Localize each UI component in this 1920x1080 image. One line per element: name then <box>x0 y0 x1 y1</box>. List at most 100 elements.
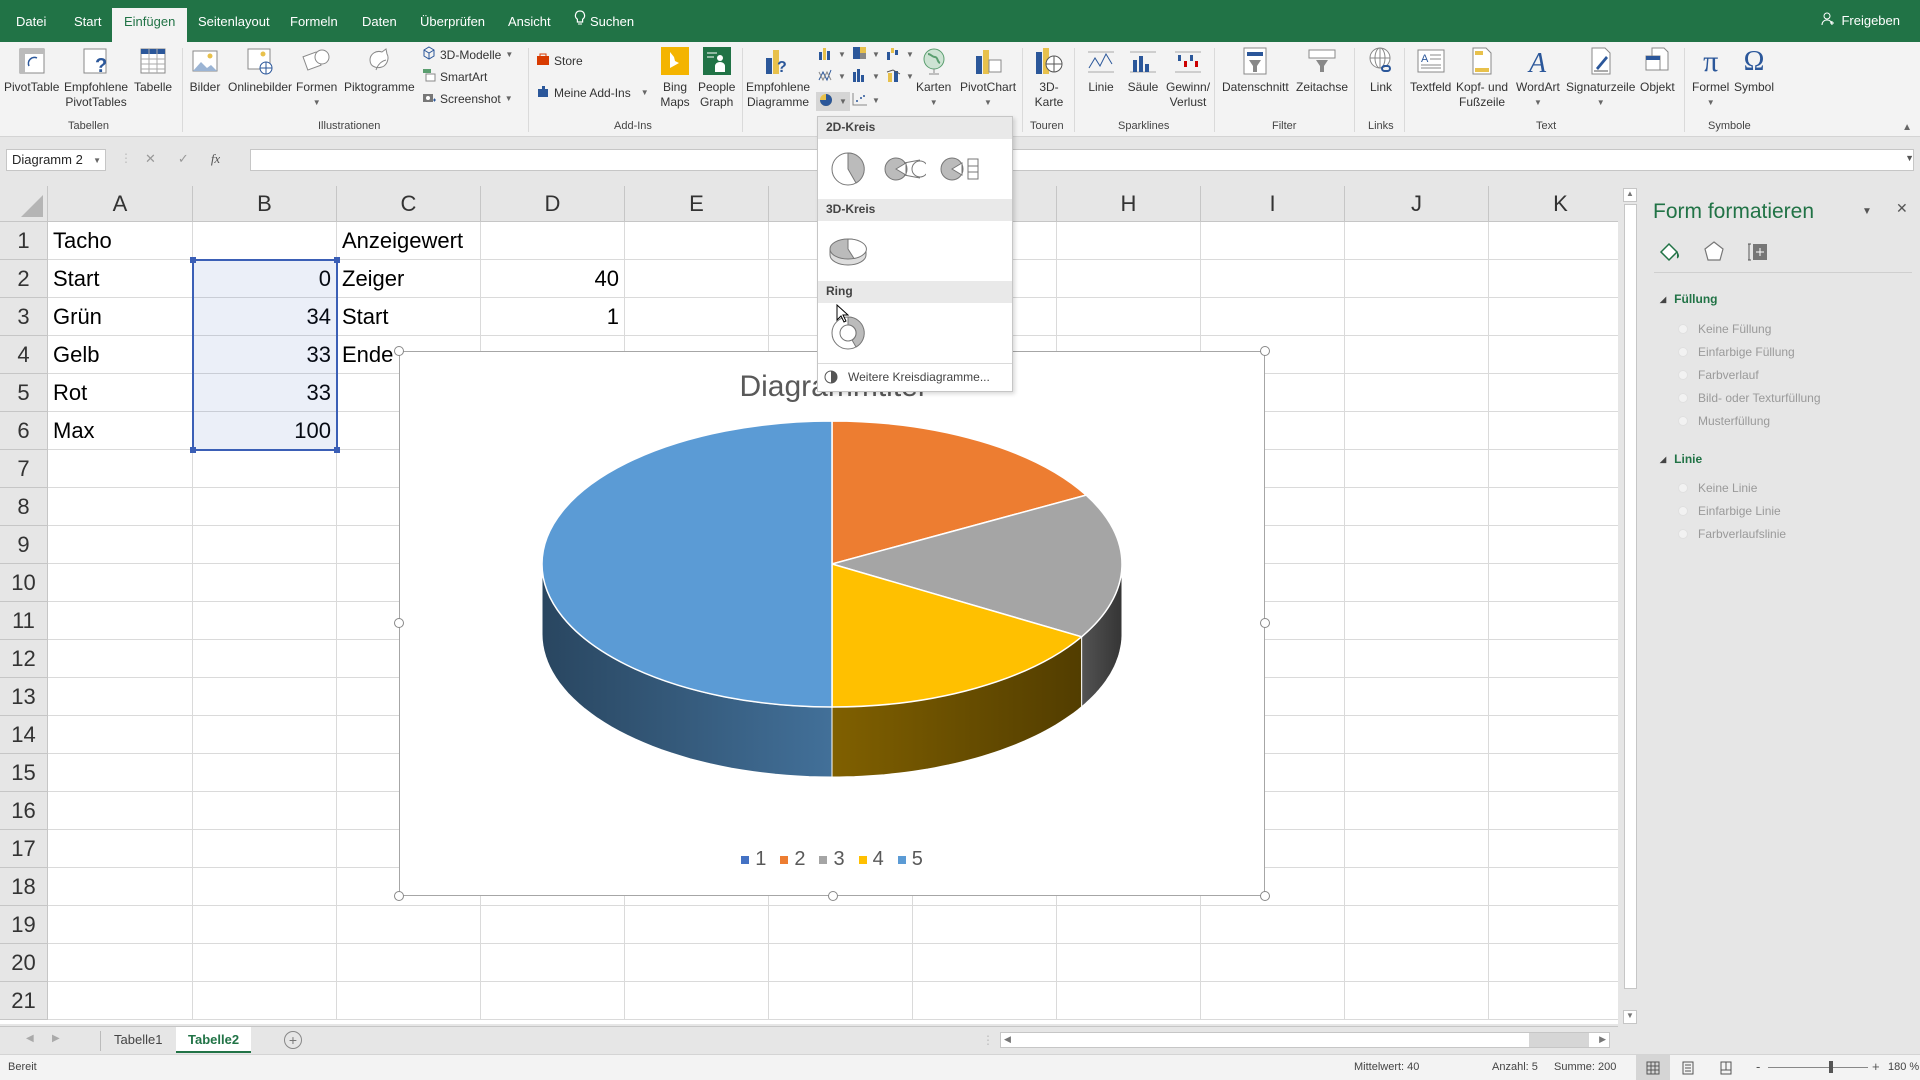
fill-option-pattern[interactable]: Musterfüllung <box>1678 414 1770 428</box>
cell-j1[interactable] <box>1345 222 1489 260</box>
vertical-scroll-thumb[interactable] <box>1624 204 1637 989</box>
cell-i19[interactable] <box>1201 906 1345 944</box>
row-header-6[interactable]: 6 <box>0 412 48 450</box>
cell-k14[interactable] <box>1489 716 1618 754</box>
cell-d3[interactable]: 1 <box>481 298 625 336</box>
cell-e3[interactable] <box>625 298 769 336</box>
pivotchart-button[interactable]: PivotChart ▼ <box>960 44 1016 110</box>
wordart-button[interactable]: A WordArt ▼ <box>1516 44 1560 110</box>
radio-button[interactable] <box>1678 506 1688 516</box>
cell-j18[interactable] <box>1345 868 1489 906</box>
select-all-corner[interactable] <box>0 186 48 222</box>
fill-option-gradient[interactable]: Farbverlauf <box>1678 368 1759 382</box>
legend-item-2[interactable]: 2 <box>780 848 805 871</box>
cell-f20[interactable] <box>769 944 913 982</box>
cell-i2[interactable] <box>1201 260 1345 298</box>
equation-button[interactable]: π Formel ▼ <box>1692 44 1729 110</box>
cell-a8[interactable] <box>48 488 193 526</box>
cell-j10[interactable] <box>1345 564 1489 602</box>
cell-h21[interactable] <box>1057 982 1201 1020</box>
scroll-sheets-right-icon[interactable]: ▶ <box>52 1033 60 1044</box>
people-graph-button[interactable]: People Graph <box>698 44 735 110</box>
bar-of-pie-button[interactable] <box>938 147 982 191</box>
cell-a20[interactable] <box>48 944 193 982</box>
drag-handle[interactable]: ⋮ <box>120 151 132 165</box>
vertical-scrollbar[interactable]: ▲ ▼ <box>1622 186 1638 1026</box>
recommended-pivottables-button[interactable]: ? Empfohlene PivotTables <box>64 44 128 110</box>
radio-button[interactable] <box>1678 324 1688 334</box>
column-header-i[interactable]: I <box>1201 186 1345 222</box>
column-chart-button[interactable]: ▼ <box>818 46 846 63</box>
expand-formula-bar-icon[interactable]: ▼ <box>1905 153 1914 163</box>
cell-j19[interactable] <box>1345 906 1489 944</box>
column-header-a[interactable]: A <box>48 186 193 222</box>
column-header-e[interactable]: E <box>625 186 769 222</box>
selection-handle[interactable] <box>334 447 340 453</box>
shapes-button[interactable]: Formen ▼ <box>296 44 337 110</box>
cell-f19[interactable] <box>769 906 913 944</box>
cell-j9[interactable] <box>1345 526 1489 564</box>
waterfall-chart-button[interactable]: ▼ <box>886 46 914 63</box>
insert-function-icon[interactable]: fx <box>211 151 220 167</box>
size-properties-tab-icon[interactable] <box>1746 240 1770 269</box>
line-section-toggle[interactable]: ◢ Linie <box>1660 452 1702 466</box>
tell-me-search[interactable]: Suchen <box>562 10 646 42</box>
cell-j8[interactable] <box>1345 488 1489 526</box>
maps-button[interactable]: Karten ▼ <box>916 44 951 110</box>
tab-einfuegen[interactable]: Einfügen <box>112 8 188 42</box>
cell-h1[interactable] <box>1057 222 1201 260</box>
link-button[interactable]: Link <box>1364 44 1398 95</box>
cell-j20[interactable] <box>1345 944 1489 982</box>
store-button[interactable]: Store <box>536 52 583 69</box>
cell-a13[interactable] <box>48 678 193 716</box>
radio-button[interactable] <box>1678 370 1688 380</box>
cell-k2[interactable] <box>1489 260 1618 298</box>
chart-object[interactable]: Diagrammtitel 12345 <box>394 346 1270 901</box>
cell-h19[interactable] <box>1057 906 1201 944</box>
cell-j3[interactable] <box>1345 298 1489 336</box>
cell-a4[interactable]: Gelb <box>48 336 193 374</box>
cell-k21[interactable] <box>1489 982 1618 1020</box>
cell-d2[interactable]: 40 <box>481 260 625 298</box>
row-header-5[interactable]: 5 <box>0 374 48 412</box>
cell-a3[interactable]: Grün <box>48 298 193 336</box>
line-option-solid[interactable]: Einfarbige Linie <box>1678 504 1781 518</box>
row-header-10[interactable]: 10 <box>0 564 48 602</box>
3d-map-button[interactable]: 3D- Karte <box>1032 44 1066 110</box>
selection-handle[interactable] <box>190 447 196 453</box>
cell-a7[interactable] <box>48 450 193 488</box>
name-box[interactable]: Diagramm 2 ▼ <box>6 149 106 171</box>
column-header-c[interactable]: C <box>337 186 481 222</box>
column-header-d[interactable]: D <box>481 186 625 222</box>
cell-a6[interactable]: Max <box>48 412 193 450</box>
formula-input[interactable] <box>250 149 1914 171</box>
scroll-down-arrow[interactable]: ▼ <box>1623 1010 1637 1024</box>
row-header-13[interactable]: 13 <box>0 678 48 716</box>
cell-j16[interactable] <box>1345 792 1489 830</box>
row-header-4[interactable]: 4 <box>0 336 48 374</box>
cell-e2[interactable] <box>625 260 769 298</box>
pie-chart-plot[interactable] <box>400 352 1266 897</box>
cell-e19[interactable] <box>625 906 769 944</box>
cell-b21[interactable] <box>193 982 337 1020</box>
radio-button[interactable] <box>1678 347 1688 357</box>
textbox-button[interactable]: A Textfeld <box>1410 44 1451 95</box>
pie-3d-button[interactable] <box>826 229 870 273</box>
cell-j5[interactable] <box>1345 374 1489 412</box>
cancel-icon[interactable]: ✕ <box>145 151 156 167</box>
chart-legend[interactable]: 1 2 3 4 5 <box>400 848 1264 871</box>
cell-k7[interactable] <box>1489 450 1618 488</box>
more-pie-charts-link[interactable]: Weitere Kreisdiagramme... <box>818 363 1012 389</box>
cell-k5[interactable] <box>1489 374 1618 412</box>
cell-c3[interactable]: Start <box>337 298 481 336</box>
resize-handle-w[interactable] <box>394 618 404 628</box>
cell-a21[interactable] <box>48 982 193 1020</box>
cell-f21[interactable] <box>769 982 913 1020</box>
cell-i21[interactable] <box>1201 982 1345 1020</box>
normal-view-button[interactable] <box>1636 1055 1670 1080</box>
sheet-tab-tabelle2[interactable]: Tabelle2 <box>176 1027 252 1053</box>
resize-handle-s[interactable] <box>828 891 838 901</box>
resize-handle-sw[interactable] <box>394 891 404 901</box>
cell-d19[interactable] <box>481 906 625 944</box>
zoom-level[interactable]: 180 % <box>1888 1061 1919 1073</box>
